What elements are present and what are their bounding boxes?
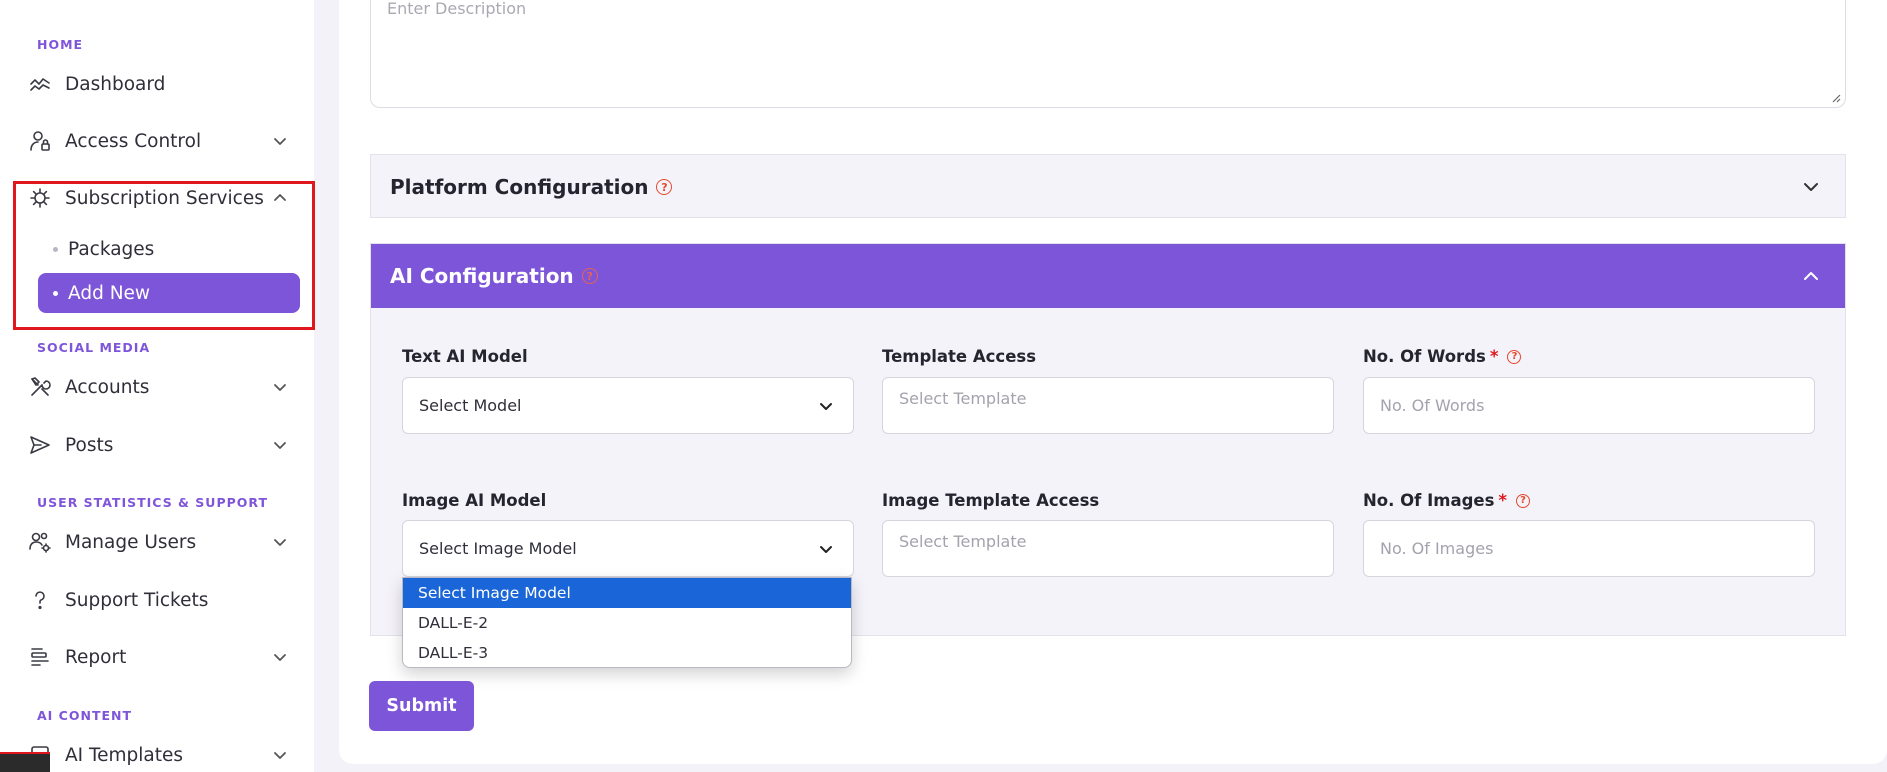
label-text: Image AI Model xyxy=(402,491,547,510)
sidebar-subitem-packages[interactable]: Packages xyxy=(38,229,300,269)
text-ai-model-select[interactable]: Select Model xyxy=(402,377,854,434)
required-mark: * xyxy=(1498,491,1508,510)
sidebar: HOME Dashboard Access Control Subscripti… xyxy=(0,0,315,772)
section-user-stats: USER STATISTICS & SUPPORT xyxy=(37,495,268,510)
placeholder-text: No. Of Words xyxy=(1380,396,1485,415)
bullet-icon xyxy=(53,290,58,296)
help-icon[interactable]: ? xyxy=(1516,493,1531,508)
chevron-up-icon xyxy=(1801,266,1821,286)
sidebar-label: Add New xyxy=(68,282,151,304)
chevron-down-icon xyxy=(270,647,290,667)
sidebar-label: Dashboard xyxy=(65,73,166,95)
label-text: No. Of Words xyxy=(1363,347,1486,366)
accordion-header[interactable]: Platform Configuration ? xyxy=(371,155,1845,219)
sidebar-item-accounts[interactable]: Accounts xyxy=(26,367,298,407)
sidebar-label: Posts xyxy=(65,434,114,456)
sidebar-label: Access Control xyxy=(65,130,202,152)
image-model-dropdown-list: Select Image Model DALL-E-2 DALL-E-3 xyxy=(402,577,852,668)
chevron-down-icon xyxy=(270,532,290,552)
question-icon xyxy=(26,586,54,614)
sidebar-label: Report xyxy=(65,646,127,668)
sidebar-label: AI Templates xyxy=(65,744,184,766)
dropdown-option-dall-e-2[interactable]: DALL-E-2 xyxy=(403,608,851,638)
sidebar-subitem-add-new[interactable]: Add New xyxy=(38,273,300,313)
sidebar-item-access-control[interactable]: Access Control xyxy=(26,121,298,161)
accordion-header[interactable]: AI Configuration ? xyxy=(371,244,1845,308)
sidebar-item-subscription-services[interactable]: Subscription Services xyxy=(26,178,298,218)
send-icon xyxy=(26,431,54,459)
label-text: Image Template Access xyxy=(882,491,1100,510)
section-ai-content: AI CONTENT xyxy=(37,708,132,723)
accordion-title: AI Configuration xyxy=(390,264,574,288)
chevron-down-icon xyxy=(270,435,290,455)
image-template-access-label: Image Template Access xyxy=(882,491,1099,510)
placeholder-text: No. Of Images xyxy=(1380,539,1494,558)
sidebar-item-report[interactable]: Report xyxy=(26,637,298,677)
placeholder-text: Select Template xyxy=(899,532,1027,551)
sidebar-label: Subscription Services xyxy=(65,187,264,209)
chevron-up-icon xyxy=(270,188,290,208)
no-of-images-input[interactable]: No. Of Images xyxy=(1363,520,1815,577)
description-placeholder: Enter Description xyxy=(387,0,527,18)
description-textarea[interactable]: Enter Description xyxy=(370,0,1846,108)
user-lock-icon xyxy=(26,127,54,155)
submit-button[interactable]: Submit xyxy=(369,681,474,731)
template-access-input[interactable]: Select Template xyxy=(882,377,1334,434)
sidebar-item-support-tickets[interactable]: Support Tickets xyxy=(26,580,298,620)
sidebar-item-dashboard[interactable]: Dashboard xyxy=(26,64,298,104)
resize-grip-icon[interactable] xyxy=(1831,93,1841,103)
sidebar-item-posts[interactable]: Posts xyxy=(26,425,298,465)
accordion-title: Platform Configuration xyxy=(390,175,649,199)
gear-icon xyxy=(26,184,54,212)
chevron-down-icon xyxy=(270,745,290,765)
tools-icon xyxy=(26,373,54,401)
chart-line-icon xyxy=(26,70,54,98)
chevron-down-icon xyxy=(817,540,835,558)
help-icon[interactable]: ? xyxy=(1507,349,1522,364)
report-icon xyxy=(26,643,54,671)
label-text: Template Access xyxy=(882,347,1037,366)
label-text: Text AI Model xyxy=(402,347,528,366)
select-value: Select Model xyxy=(419,396,522,415)
sidebar-label: Support Tickets xyxy=(65,589,209,611)
image-ai-model-label: Image AI Model xyxy=(402,491,546,510)
help-icon[interactable]: ? xyxy=(656,179,673,195)
sidebar-label: Packages xyxy=(68,238,155,260)
no-of-words-input[interactable]: No. Of Words xyxy=(1363,377,1815,434)
bullet-icon xyxy=(53,246,58,252)
section-social-media: SOCIAL MEDIA xyxy=(37,340,151,355)
section-home: HOME xyxy=(37,37,84,52)
chevron-down-icon xyxy=(1801,177,1821,197)
sidebar-item-ai-templates[interactable]: AI Templates xyxy=(26,735,298,772)
text-ai-model-label: Text AI Model xyxy=(402,347,528,366)
app-logo-icon xyxy=(0,752,50,772)
select-value: Select Image Model xyxy=(419,539,577,558)
template-access-label: Template Access xyxy=(882,347,1036,366)
image-ai-model-select[interactable]: Select Image Model xyxy=(402,520,854,577)
sidebar-item-manage-users[interactable]: Manage Users xyxy=(26,522,298,562)
chevron-down-icon xyxy=(817,397,835,415)
users-gear-icon xyxy=(26,528,54,556)
chevron-down-icon xyxy=(270,131,290,151)
dropdown-option-select-image-model[interactable]: Select Image Model xyxy=(403,578,851,608)
chevron-down-icon xyxy=(270,377,290,397)
no-of-images-label: No. Of Images * ? xyxy=(1363,491,1531,510)
sidebar-label: Accounts xyxy=(65,376,150,398)
required-mark: * xyxy=(1489,347,1499,366)
dropdown-option-dall-e-3[interactable]: DALL-E-3 xyxy=(403,638,851,667)
image-template-access-input[interactable]: Select Template xyxy=(882,520,1334,577)
platform-configuration-accordion[interactable]: Platform Configuration ? xyxy=(370,154,1846,218)
help-icon[interactable]: ? xyxy=(581,268,598,284)
placeholder-text: Select Template xyxy=(899,389,1027,408)
no-of-words-label: No. Of Words * ? xyxy=(1363,347,1522,366)
sidebar-label: Manage Users xyxy=(65,531,197,553)
label-text: No. Of Images xyxy=(1363,491,1495,510)
